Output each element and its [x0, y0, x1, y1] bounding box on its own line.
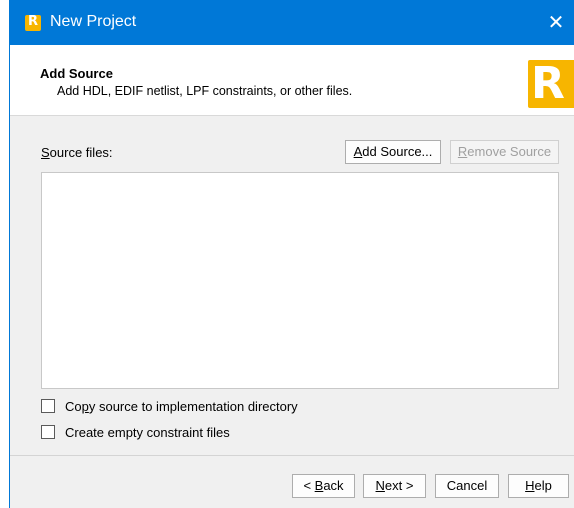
page-subtitle: Add HDL, EDIF netlist, LPF constraints, …: [57, 84, 353, 98]
wizard-header: Add Source Add HDL, EDIF netlist, LPF co…: [10, 45, 574, 116]
help-button[interactable]: Help: [508, 474, 569, 498]
create-empty-constraint-option[interactable]: Create empty constraint files: [41, 424, 281, 442]
radiant-logo: R: [528, 60, 574, 108]
title-bar[interactable]: R New Project ✕: [10, 0, 574, 45]
add-source-button[interactable]: Add Source...: [345, 140, 441, 164]
remove-source-button[interactable]: Remove Source: [450, 140, 559, 164]
app-icon: R: [25, 14, 41, 31]
next-button[interactable]: Next >: [363, 474, 426, 498]
copy-source-checkbox[interactable]: [41, 399, 55, 413]
close-icon[interactable]: ✕: [545, 11, 567, 33]
back-button[interactable]: < Back: [292, 474, 355, 498]
page-title: Add Source: [40, 66, 113, 81]
create-empty-constraint-label: Create empty constraint files: [65, 425, 230, 440]
new-project-dialog: R New Project ✕ Add Source Add HDL, EDIF…: [9, 0, 574, 508]
create-empty-constraint-checkbox[interactable]: [41, 425, 55, 439]
cancel-button[interactable]: Cancel: [435, 474, 499, 498]
source-files-label: Source files:: [41, 145, 113, 160]
copy-source-option[interactable]: Copy source to implementation directory: [41, 398, 361, 416]
window-title: New Project: [50, 13, 137, 30]
source-files-list[interactable]: [41, 172, 559, 389]
copy-source-label: Copy source to implementation directory: [65, 399, 298, 414]
footer-divider: [10, 455, 574, 456]
